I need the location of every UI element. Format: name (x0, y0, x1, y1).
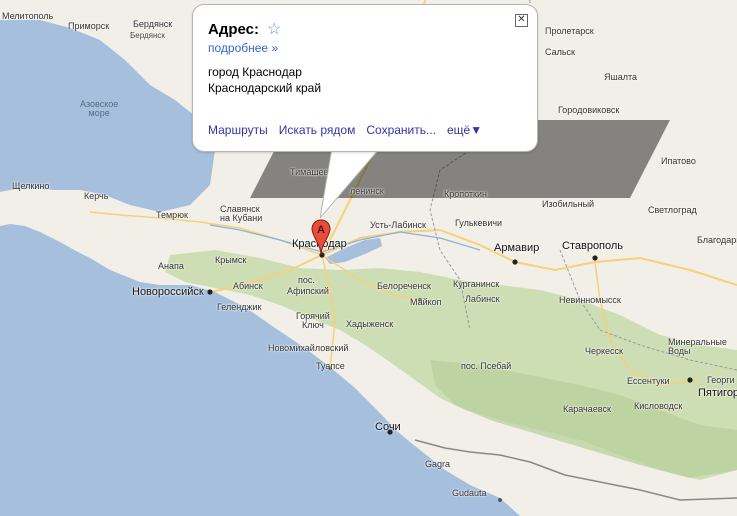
search-nearby-link[interactable]: Искать рядом (279, 123, 356, 137)
label-slavyansk: Славянск на Кубани (220, 204, 263, 223)
label-kropotkin: Кропоткин (444, 189, 487, 199)
label-abinsk: Абинск (233, 281, 263, 291)
label-primorsk: Приморск (68, 21, 110, 31)
more-details-link[interactable]: подробнее » (208, 41, 278, 55)
label-gelendzhik: Геленджик (217, 302, 262, 312)
info-actions: Маршруты Искать рядом Сохранить... ещё▼ (208, 123, 482, 137)
label-berdyansk-2: Бердянск (130, 31, 165, 40)
directions-link[interactable]: Маршруты (208, 123, 268, 137)
label-blagodarny: Благодарн (697, 235, 737, 245)
label-afipsky: Афипский (287, 286, 329, 296)
label-gudauta: Gudauta (452, 488, 487, 498)
star-icon[interactable]: ☆ (267, 19, 281, 39)
label-gagra: Gagra (425, 459, 451, 469)
address-line-1: город Краснодар (208, 65, 302, 79)
label-georgievsk: Георги (707, 375, 735, 385)
marker-letter: A (317, 224, 325, 236)
label-karachaevsk: Карачаевск (563, 404, 611, 414)
city-dot-gudauta (498, 498, 502, 502)
bubble-tail (320, 148, 382, 218)
label-krymsk: Крымск (215, 255, 247, 265)
label-maykop: Майкоп (410, 297, 442, 307)
more-menu-link[interactable]: ещё▼ (447, 123, 482, 137)
label-cherkessk: Черкесск (585, 346, 623, 356)
city-dot-armavir (512, 259, 518, 265)
label-berdyansk: Бердянск (133, 19, 173, 29)
label-stavropol: Ставрополь (562, 240, 624, 252)
city-dot-pyatigorsk (687, 377, 693, 383)
label-ipatovo: Ипатово (661, 156, 696, 166)
label-ayashta: Яшалта (604, 72, 638, 82)
label-nevinnomyssk: Невинномысск (559, 295, 621, 305)
label-kerch: Керчь (84, 191, 109, 201)
label-temryuk: Темрюк (156, 210, 188, 220)
close-icon[interactable]: ✕ (515, 14, 528, 27)
label-armavir: Армавир (494, 242, 540, 254)
label-pos: пос. (298, 275, 315, 285)
save-link[interactable]: Сохранить... (366, 123, 436, 137)
label-goryachy-klyuch: Горячий Ключ (296, 311, 330, 330)
label-pyatigorsk: Пятигорск (698, 387, 737, 399)
label-kislovodsk: Кисловодск (634, 401, 683, 411)
label-pos-psebay: пос. Псебай (461, 361, 512, 371)
label-svetlograd: Светлоград (648, 205, 697, 215)
label-mineralnye: Минеральные Воды (668, 337, 727, 356)
city-dot-novorossiysk (207, 289, 213, 295)
address-line-2: Краснодарский край (208, 81, 322, 95)
label-ust-labinsk: Усть-Лабинск (370, 220, 426, 230)
map-marker-a[interactable]: A (311, 219, 331, 259)
info-window: Адрес: ☆ подробнее » город Краснодар Кра… (192, 4, 538, 152)
label-gulkevichi: Гулькевичи (455, 218, 503, 228)
label-belorechensk: Белореченск (377, 281, 431, 291)
label-kurganinsk: Курганинск (453, 279, 500, 289)
label-novomikhailovsky: Новомихайловский (268, 343, 349, 353)
label-essentuki: Ессентуки (627, 376, 670, 386)
label-sochi: Сочи (375, 421, 401, 433)
label-izobilny: Изобильный (542, 199, 595, 209)
label-gorodovikovsk: Городовиковск (558, 105, 620, 115)
label-anapa: Анапа (158, 261, 184, 271)
label-khadyzhensk: Хадыженск (346, 319, 394, 329)
label-proletarsk: Пролетарск (545, 26, 594, 36)
label-melitopol: Мелитополь (2, 11, 54, 21)
label-azov-sea: Азовское море (80, 99, 119, 118)
label-shchelkino: Щелкино (12, 181, 50, 191)
label-salsk: Сальск (545, 47, 575, 57)
info-title: Адрес: (208, 21, 259, 38)
label-labinsk: Лабинск (465, 294, 500, 304)
label-novorossiysk: Новороссийск (132, 286, 204, 298)
label-tuapse: Туапсе (316, 361, 345, 371)
city-dot-stavropol (592, 255, 598, 261)
